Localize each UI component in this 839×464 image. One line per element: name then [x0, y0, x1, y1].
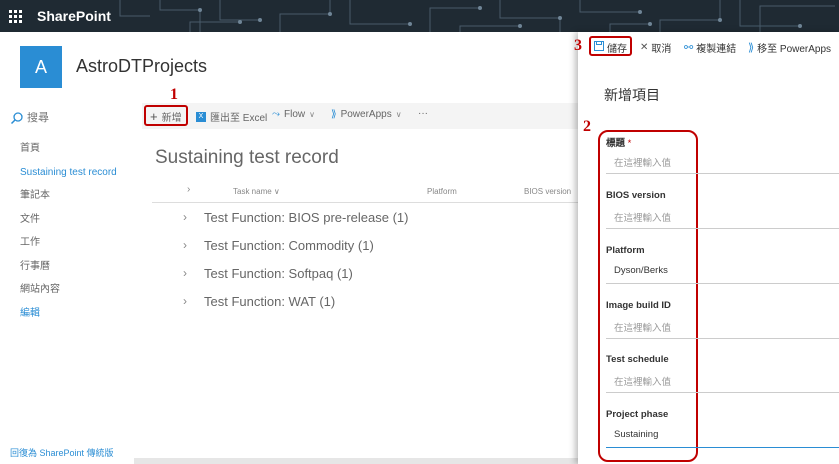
nav-item-sustaining-test-record[interactable]: Sustaining test record	[20, 166, 140, 190]
nav-item-home[interactable]: 首頁	[20, 142, 140, 166]
column-header-platform[interactable]: Platform	[427, 187, 457, 196]
chevron-right-icon: ›	[183, 294, 187, 308]
platform-input[interactable]: Dyson/Berks	[606, 265, 839, 280]
go-to-powerapps-label: 移至 PowerApps	[757, 44, 832, 55]
chevron-right-icon: ›	[183, 210, 187, 224]
field-label: Project phase	[606, 409, 669, 420]
search-box[interactable]	[10, 109, 135, 127]
flow-icon: ⤳	[272, 109, 280, 120]
field-underline	[606, 447, 839, 448]
group-row[interactable]: › Test Function: WAT (1)	[183, 291, 335, 311]
export-excel-label: 匯出至 Excel	[210, 113, 268, 124]
field-label: Platform	[606, 245, 645, 256]
suite-bar-circuit-background	[119, 0, 835, 32]
chevron-right-icon: ›	[183, 266, 187, 280]
column-header-bios-version[interactable]: BIOS version	[524, 187, 571, 196]
field-label-text: 標題	[606, 138, 626, 149]
column-header-task-name[interactable]: Task name ∨	[233, 187, 280, 196]
list-title: Sustaining test record	[155, 147, 339, 168]
column-header-task-name-label: Task name	[233, 187, 272, 196]
annotation-highlight-new	[144, 105, 188, 126]
required-marker: *	[627, 138, 632, 149]
flow-button[interactable]: ⤳ Flow ∨	[272, 109, 315, 120]
test-schedule-input[interactable]: 在這裡輸入值	[606, 374, 839, 389]
field-label: Image build ID	[606, 300, 671, 311]
field-label: Test schedule	[606, 354, 669, 365]
more-button[interactable]: ···	[418, 108, 428, 119]
link-icon: ⚯	[684, 42, 694, 54]
field-bios-version: BIOS version 在這裡輸入值	[606, 190, 839, 229]
group-row[interactable]: › Test Function: Commodity (1)	[183, 235, 374, 255]
horizontal-scrollbar[interactable]	[134, 458, 580, 464]
field-underline	[606, 392, 839, 393]
waffle-icon	[8, 9, 22, 23]
search-input[interactable]	[27, 112, 127, 124]
field-test-schedule: Test schedule 在這裡輸入值	[606, 354, 839, 393]
annotation-highlight-save	[589, 36, 632, 56]
export-excel-button[interactable]: X 匯出至 Excel	[196, 109, 267, 124]
chevron-down-icon: ∨	[273, 187, 280, 196]
field-label: 標題 *	[606, 135, 839, 149]
panel-title: 新增項目	[604, 87, 660, 103]
field-underline	[606, 173, 839, 174]
expand-all-chevron-icon[interactable]: ›	[187, 184, 190, 195]
chevron-right-icon: ›	[183, 238, 187, 252]
field-underline	[606, 283, 839, 284]
cancel-button[interactable]: ✕ 取消	[640, 40, 671, 55]
group-label: Test Function: Commodity (1)	[204, 237, 374, 253]
field-platform: Platform Dyson/Berks	[606, 245, 839, 284]
powerapps-icon: ⟫	[331, 109, 337, 120]
annotation-number-3: 3	[574, 37, 582, 54]
header-divider	[152, 202, 580, 203]
nav-edit-link[interactable]: 編輯	[20, 307, 140, 331]
nav-item-tasks[interactable]: 工作	[20, 236, 140, 260]
title-input[interactable]: 在這裡輸入值	[606, 155, 839, 170]
panel-toolbar: 儲存 ✕ 取消 ⚯ 複製連結 ⟫ 移至 PowerApps	[578, 32, 839, 60]
group-row[interactable]: › Test Function: Softpaq (1)	[183, 263, 353, 283]
suite-bar: SharePoint	[0, 0, 839, 32]
field-title: 標題 * 在這裡輸入值	[606, 135, 839, 174]
more-icon: ···	[418, 108, 428, 119]
image-build-id-input[interactable]: 在這裡輸入值	[606, 320, 839, 335]
field-underline	[606, 228, 839, 229]
site-logo[interactable]: A	[20, 46, 62, 88]
cancel-label: 取消	[651, 44, 672, 55]
group-label: Test Function: WAT (1)	[204, 293, 336, 309]
group-row[interactable]: › Test Function: BIOS pre-release (1)	[183, 207, 408, 227]
site-title[interactable]: AstroDTProjects	[76, 56, 207, 77]
nav-item-notebook[interactable]: 筆記本	[20, 189, 140, 213]
nav-item-site-contents[interactable]: 網站內容	[20, 283, 140, 307]
classic-experience-link[interactable]: 回復為 SharePoint 傳統版	[10, 446, 114, 459]
app-launcher-button[interactable]	[0, 0, 30, 32]
chevron-down-icon: ∨	[309, 110, 315, 119]
copy-link-label: 複製連結	[696, 44, 737, 55]
left-nav: 首頁 Sustaining test record 筆記本 文件 工作 行事曆 …	[20, 142, 140, 330]
group-label: Test Function: BIOS pre-release (1)	[204, 209, 409, 225]
bios-version-input[interactable]: 在這裡輸入值	[606, 210, 839, 225]
project-phase-input[interactable]: Sustaining	[606, 429, 839, 444]
powerapps-label: PowerApps	[340, 109, 392, 120]
copy-link-button[interactable]: ⚯ 複製連結	[684, 40, 736, 55]
close-icon: ✕	[640, 42, 649, 53]
suite-app-title[interactable]: SharePoint	[37, 8, 111, 24]
nav-item-documents[interactable]: 文件	[20, 213, 140, 237]
powerapps-button[interactable]: ⟫ PowerApps ∨	[331, 109, 402, 120]
field-underline	[606, 338, 839, 339]
search-icon	[10, 112, 23, 125]
nav-item-calendar[interactable]: 行事曆	[20, 260, 140, 284]
chevron-down-icon: ∨	[395, 110, 402, 119]
flow-label: Flow	[284, 109, 306, 120]
group-label: Test Function: Softpaq (1)	[204, 265, 353, 281]
go-to-powerapps-button[interactable]: ⟫ 移至 PowerApps	[748, 40, 831, 55]
annotation-number-1: 1	[170, 86, 178, 103]
new-item-panel: 儲存 ✕ 取消 ⚯ 複製連結 ⟫ 移至 PowerApps 新增項目 標題 * …	[578, 32, 839, 464]
powerapps-icon: ⟫	[748, 42, 755, 54]
field-image-build-id: Image build ID 在這裡輸入值	[606, 300, 839, 339]
annotation-number-2: 2	[583, 118, 591, 135]
field-project-phase: Project phase Sustaining	[606, 409, 839, 448]
excel-icon: X	[196, 111, 206, 122]
field-label: BIOS version	[606, 190, 666, 201]
